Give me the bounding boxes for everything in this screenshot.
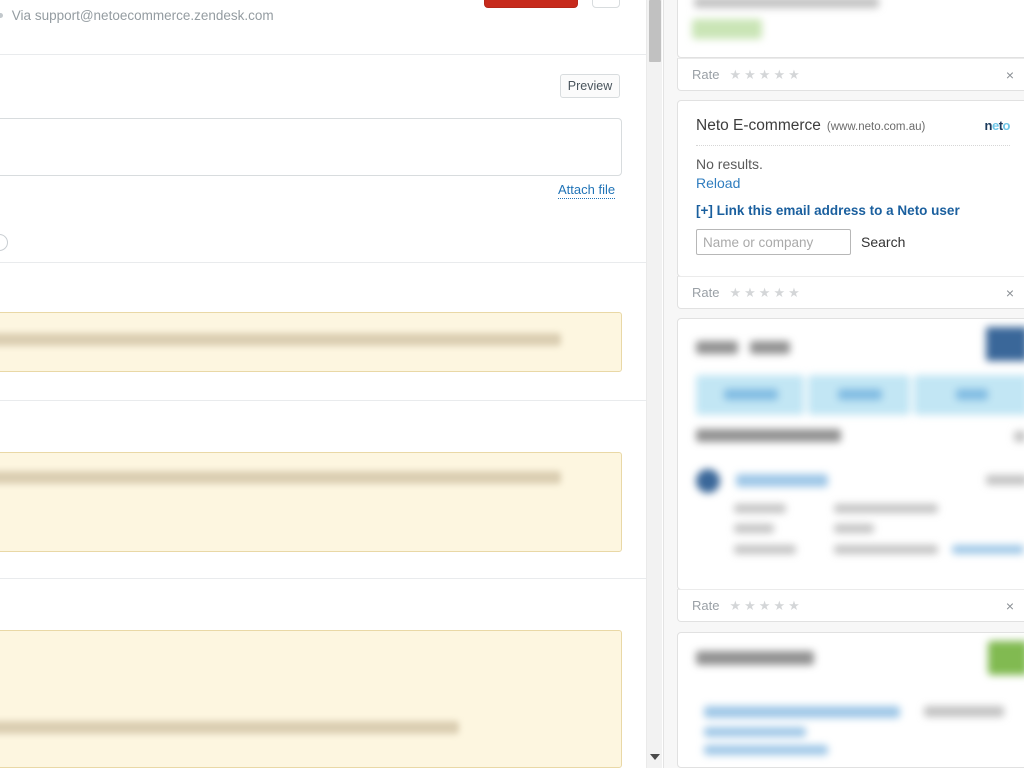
- neto-link-email-to-user-link[interactable]: [+] Link this email address to a Neto us…: [696, 203, 1010, 218]
- redacted-result-meta: [924, 706, 1004, 717]
- redacted-tab-label: [724, 389, 778, 400]
- divider-comment-1: [0, 400, 648, 401]
- star-icon[interactable]: ★: [759, 286, 771, 299]
- ticket-pane: change) Via support@netoecommerce.zendes…: [0, 0, 648, 768]
- submit-ticket-button[interactable]: [484, 0, 578, 8]
- avatar: [696, 469, 720, 493]
- star-icon[interactable]: ★: [744, 68, 756, 81]
- app-card-redacted-top[interactable]: [677, 0, 1024, 58]
- ticket-via-channel: Via support@netoecommerce.zendesk.com: [11, 7, 274, 23]
- redacted-section-heading: [696, 429, 841, 442]
- star-icon[interactable]: ★: [773, 68, 785, 81]
- redacted-tab-label: [838, 389, 882, 400]
- rating-stars[interactable]: ★ ★ ★ ★ ★: [729, 286, 799, 299]
- redacted-record-link[interactable]: [736, 474, 828, 487]
- internal-notes-count-badge: 3: [0, 234, 9, 251]
- star-icon[interactable]: ★: [788, 599, 800, 612]
- redacted-app-text: [694, 0, 879, 8]
- redacted-tab-label: [956, 389, 988, 400]
- preview-button[interactable]: Preview: [560, 74, 620, 98]
- redacted-record-meta: [986, 475, 1024, 485]
- redacted-comment-text: [0, 333, 561, 346]
- redacted-field-value: [834, 545, 938, 554]
- redacted-status-badge: [692, 19, 762, 39]
- star-icon[interactable]: ★: [759, 599, 771, 612]
- star-icon[interactable]: ★: [773, 286, 785, 299]
- star-icon[interactable]: ★: [729, 68, 741, 81]
- neto-search-input[interactable]: [696, 229, 851, 255]
- redacted-result-subtext: [704, 727, 806, 737]
- star-icon[interactable]: ★: [744, 286, 756, 299]
- app-rate-bar: Rate ★ ★ ★ ★ ★ ×: [677, 58, 1024, 91]
- star-icon[interactable]: ★: [729, 286, 741, 299]
- redacted-field-value: [834, 524, 874, 533]
- internal-note-comment[interactable]: [0, 312, 622, 372]
- divider-below-header: [0, 54, 648, 55]
- submit-options-dropdown-button[interactable]: [592, 0, 620, 8]
- neto-reload-link[interactable]: Reload: [696, 175, 740, 191]
- redacted-field-label: [734, 524, 774, 533]
- star-icon[interactable]: ★: [773, 599, 785, 612]
- rate-label: Rate: [692, 285, 720, 300]
- redacted-app-title: [696, 341, 738, 354]
- redacted-icon[interactable]: [1014, 431, 1024, 442]
- rate-label: Rate: [692, 67, 720, 82]
- star-icon[interactable]: ★: [788, 68, 800, 81]
- star-icon[interactable]: ★: [788, 286, 800, 299]
- redacted-app-logo: [988, 641, 1024, 675]
- app-rate-bar: Rate ★ ★ ★ ★ ★ ×: [677, 276, 1024, 309]
- neto-no-results-text: No results.: [696, 156, 763, 172]
- star-icon[interactable]: ★: [759, 68, 771, 81]
- divider-conversation-top: [0, 262, 648, 263]
- app-card-neto-ecommerce: Neto E-commerce (www.neto.com.au) neto N…: [677, 100, 1024, 277]
- app-card-redacted-bottom[interactable]: [677, 632, 1024, 768]
- rating-stars[interactable]: ★ ★ ★ ★ ★: [729, 68, 799, 81]
- close-icon[interactable]: ×: [1006, 286, 1014, 300]
- neto-header: Neto E-commerce (www.neto.com.au) neto: [678, 101, 1024, 135]
- redacted-field-label: [734, 545, 796, 554]
- redacted-result-link[interactable]: [704, 706, 900, 718]
- chevron-down-icon[interactable]: [650, 754, 660, 760]
- tab-internal-notes[interactable]: nal 3: [0, 234, 9, 251]
- close-icon[interactable]: ×: [1006, 599, 1014, 613]
- redacted-field-link[interactable]: [952, 545, 1024, 554]
- separator-dot-icon: [0, 12, 3, 18]
- star-icon[interactable]: ★: [744, 599, 756, 612]
- internal-note-comment[interactable]: [0, 452, 622, 552]
- redacted-app-subtitle: [750, 341, 790, 354]
- neto-app-title: Neto E-commerce: [696, 117, 821, 134]
- redacted-comment-text: [0, 721, 459, 734]
- close-icon[interactable]: ×: [1006, 68, 1014, 82]
- internal-note-comment[interactable]: [0, 630, 622, 768]
- app-card-redacted-middle[interactable]: [677, 318, 1024, 590]
- scrollbar-thumb[interactable]: [649, 0, 661, 62]
- redacted-field-label: [734, 504, 786, 513]
- neto-search-button[interactable]: Search: [859, 229, 907, 255]
- apps-sidebar: Rate ★ ★ ★ ★ ★ × Neto E-commerce (www.ne…: [663, 0, 1024, 768]
- divider-comment-2: [0, 578, 648, 579]
- attach-file-link[interactable]: Attach file: [558, 182, 616, 199]
- neto-app-url: (www.neto.com.au): [826, 121, 926, 133]
- comment-composer-input[interactable]: [0, 118, 622, 176]
- neto-body: No results. Reload [+] Link this email a…: [678, 146, 1024, 271]
- zendesk-ticket-screen: change) Via support@netoecommerce.zendes…: [0, 0, 1024, 768]
- redacted-field-value: [834, 504, 938, 513]
- redacted-result-subtext: [704, 745, 828, 755]
- star-icon[interactable]: ★: [729, 599, 741, 612]
- redacted-comment-text: [0, 471, 561, 484]
- neto-logo-icon: neto: [984, 118, 1011, 133]
- rate-label: Rate: [692, 598, 720, 613]
- redacted-app-logo: [986, 327, 1024, 361]
- ticket-pane-scrollbar[interactable]: [646, 0, 662, 768]
- neto-search-row: Search: [696, 229, 1010, 255]
- app-rate-bar: Rate ★ ★ ★ ★ ★ ×: [677, 589, 1024, 622]
- redacted-app-title: [696, 651, 814, 665]
- rating-stars[interactable]: ★ ★ ★ ★ ★: [729, 599, 799, 612]
